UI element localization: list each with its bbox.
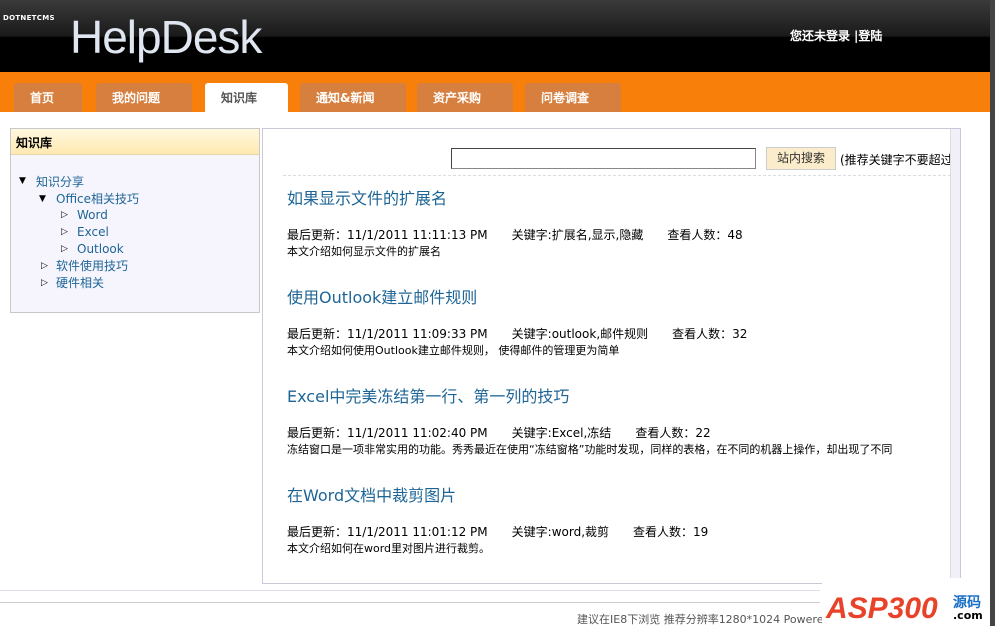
article-item: 在Word文档中裁剪图片 最后更新：11/1/2011 11:01:12 PM 关… — [287, 482, 732, 556]
search-hint: (推荐关键字不要超过 — [840, 153, 951, 167]
article-desc: 冻结窗口是一项非常实用的功能。秀秀最近在使用“冻结窗格”功能时发现，同样的表格，… — [287, 443, 893, 456]
article-keywords: 关键字:word,裁剪 — [511, 525, 610, 539]
content-panel: 站内搜索 (推荐关键字不要超过 如果显示文件的扩展名 最后更新：11/1/201… — [262, 128, 961, 584]
watermark-text: ASP300 — [826, 592, 938, 625]
tree-node[interactable]: Word — [77, 208, 108, 222]
login-area: 您还未登录 |登陆 — [790, 27, 886, 44]
article-desc: 本文介绍如何使用Outlook建立邮件规则， 使得邮件的管理更为简单 — [287, 344, 620, 357]
login-link[interactable]: |登陆 — [854, 29, 882, 43]
article-title[interactable]: Excel中完美冻结第一行、第一列的技巧 — [287, 383, 892, 407]
article-item: 如果显示文件的扩展名 最后更新：11/1/2011 11:11:13 PM 关键字… — [287, 185, 767, 259]
footer-divider — [0, 602, 820, 603]
article-desc: 本文介绍如何在word里对图片进行裁剪。 — [287, 542, 491, 555]
tree-node[interactable]: Office相关技巧 — [56, 190, 139, 207]
article-views: 查看人数：22 — [635, 426, 711, 440]
footer-text: 建议在IE8下浏览 推荐分辨率1280*1024 Powered by — [577, 613, 822, 626]
sidebar-title: 知识库 — [11, 129, 259, 155]
article-views: 查看人数：19 — [633, 525, 709, 539]
brand-logo[interactable]: HelpDesk — [70, 10, 262, 64]
tab-home[interactable]: 首页 — [14, 83, 82, 112]
header: DOTNETCMS HelpDesk 您还未登录 |登陆 — [0, 0, 990, 72]
tree-node[interactable]: 软件使用技巧 — [56, 257, 128, 274]
article-keywords: 关键字:Excel,冻结 — [511, 426, 612, 440]
login-status: 您还未登录 — [790, 29, 851, 43]
tree-node[interactable]: 硬件相关 — [56, 274, 104, 291]
article-views: 查看人数：48 — [667, 228, 743, 242]
divider — [0, 590, 820, 591]
article-keywords: 关键字:扩展名,显示,隐藏 — [511, 228, 644, 242]
tab-survey[interactable]: 问卷调查 — [525, 83, 621, 112]
article-views: 查看人数：32 — [672, 327, 748, 341]
expanded-icon[interactable]: ▼ — [39, 194, 46, 204]
search-button[interactable]: 站内搜索 — [766, 147, 836, 170]
article-item: Excel中完美冻结第一行、第一列的技巧 最后更新：11/1/2011 11:0… — [287, 383, 892, 457]
article-title[interactable]: 如果显示文件的扩展名 — [287, 185, 767, 209]
collapsed-icon[interactable]: ▷ — [61, 244, 68, 254]
article-keywords: 关键字:outlook,邮件规则 — [511, 327, 649, 341]
window-edge — [990, 0, 995, 626]
sidebar: 知识库 ▼ 知识分享 ▼ Office相关技巧 ▷ Word ▷ Excel ▷… — [10, 128, 260, 313]
article-title[interactable]: 使用Outlook建立邮件规则 — [287, 284, 771, 308]
collapsed-icon[interactable]: ▷ — [61, 227, 68, 237]
tab-news[interactable]: 通知&新闻 — [300, 83, 406, 112]
scrollbar[interactable] — [950, 129, 960, 583]
divider — [283, 175, 951, 176]
article-item: 使用Outlook建立邮件规则 最后更新：11/1/2011 11:09:33 … — [287, 284, 771, 358]
tab-procurement[interactable]: 资产采购 — [417, 83, 513, 112]
collapsed-icon[interactable]: ▷ — [61, 210, 68, 220]
expanded-icon[interactable]: ▼ — [19, 176, 26, 186]
collapsed-icon[interactable]: ▷ — [41, 261, 48, 271]
watermark-logo: ASP300 源码 .com — [822, 578, 990, 626]
article-title[interactable]: 在Word文档中裁剪图片 — [287, 482, 732, 506]
tree-node[interactable]: Excel — [77, 225, 109, 239]
article-updated: 最后更新：11/1/2011 11:11:13 PM — [287, 228, 488, 242]
brand-small: DOTNETCMS — [3, 14, 55, 22]
article-updated: 最后更新：11/1/2011 11:02:40 PM — [287, 426, 488, 440]
search-input[interactable] — [451, 148, 756, 169]
tree-node[interactable]: 知识分享 — [36, 173, 84, 190]
tab-knowledge-base[interactable]: 知识库 — [205, 83, 288, 112]
article-updated: 最后更新：11/1/2011 11:09:33 PM — [287, 327, 488, 341]
tab-my-issues[interactable]: 我的问题 — [96, 83, 192, 112]
article-desc: 本文介绍如何显示文件的扩展名 — [287, 245, 441, 258]
article-updated: 最后更新：11/1/2011 11:01:12 PM — [287, 525, 488, 539]
collapsed-icon[interactable]: ▷ — [41, 278, 48, 288]
tree-node[interactable]: Outlook — [77, 242, 124, 256]
main-nav: 首页 我的问题 知识库 通知&新闻 资产采购 问卷调查 — [0, 72, 990, 112]
watermark-domain: .com — [953, 609, 983, 622]
